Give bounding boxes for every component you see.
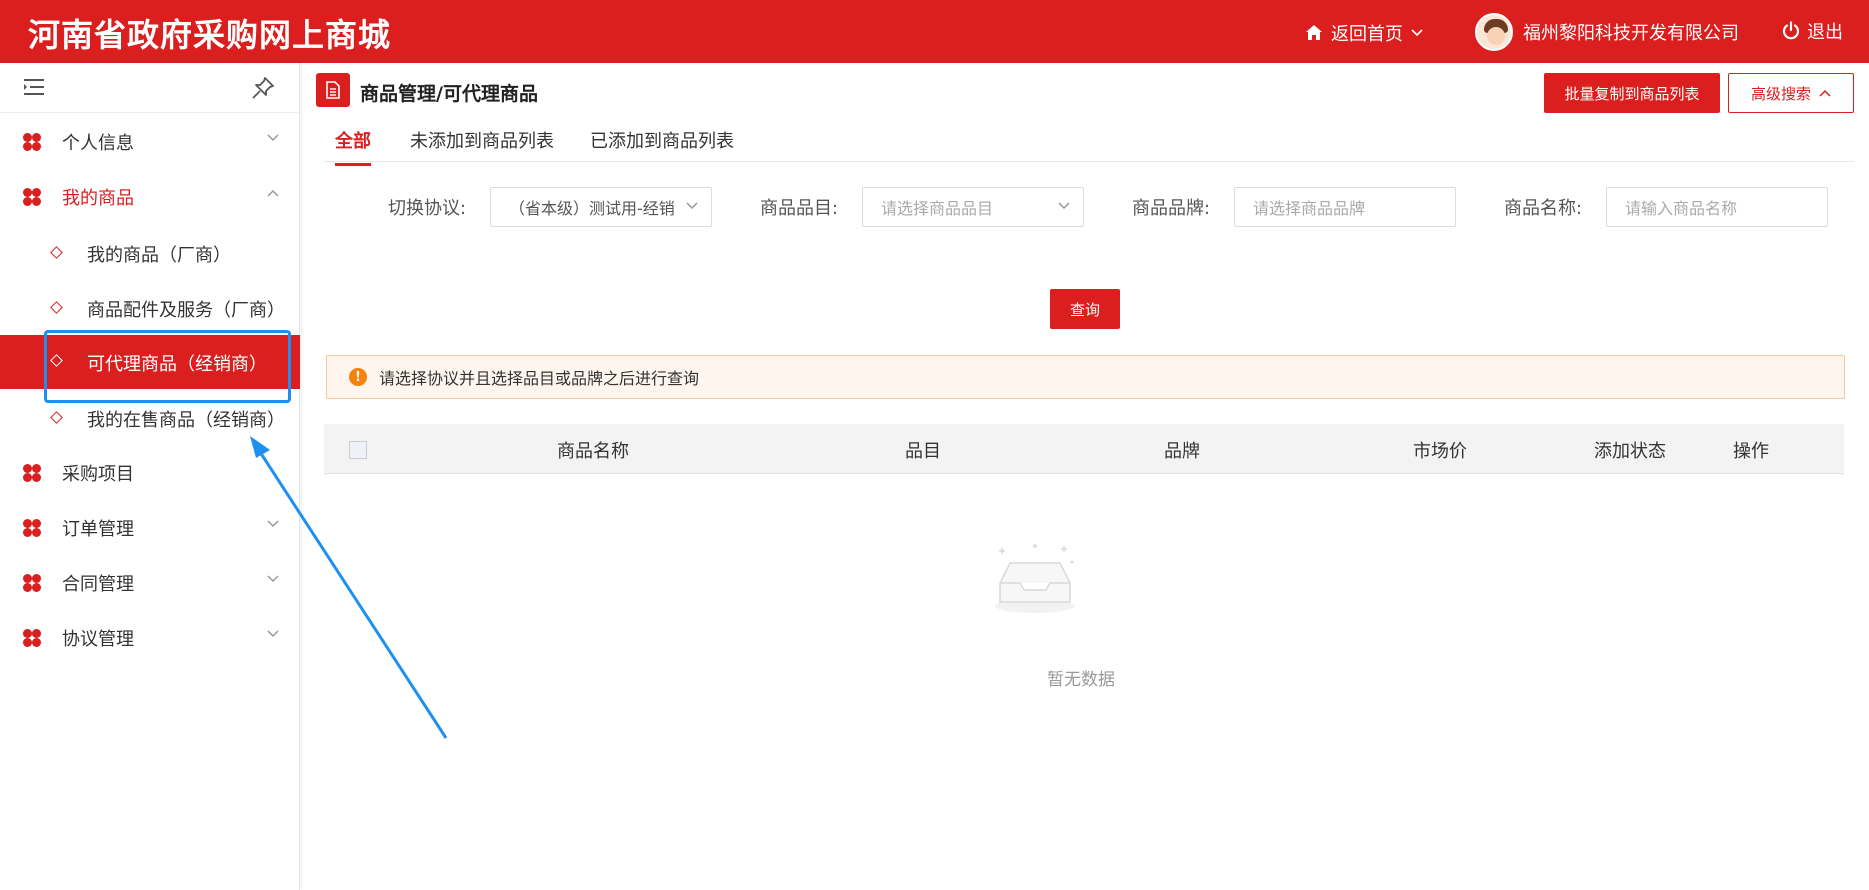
clover-icon (23, 629, 41, 647)
sidebar-item-my-goods[interactable]: 我的商品 (0, 174, 300, 220)
alert-text: 请选择协议并且选择品目或品牌之后进行查询 (379, 369, 700, 388)
query-button[interactable]: 查询 (1050, 289, 1120, 329)
tab-added[interactable]: 已添加到商品列表 (590, 127, 734, 163)
diamond-icon (50, 411, 63, 424)
brand-select[interactable]: 请选择商品品牌 (1234, 187, 1456, 227)
home-label: 返回首页 (1331, 24, 1403, 45)
category-placeholder: 请选择商品品目 (881, 199, 994, 218)
protocol-label: 切换协议: (388, 198, 467, 219)
sidebar-item-label: 协议管理 (62, 629, 134, 650)
sidebar-item-agreements[interactable]: 协议管理 (0, 615, 300, 661)
empty-text: 暂无数据 (1047, 670, 1115, 690)
category-select[interactable]: 请选择商品品目 (862, 187, 1084, 227)
tab-all[interactable]: 全部 (335, 127, 371, 166)
chevron-down-icon (267, 575, 279, 583)
site-brand: 河南省政府采购网上商城 (28, 16, 392, 54)
sidebar-item-procurement[interactable]: 采购项目 (0, 450, 300, 496)
select-all-checkbox[interactable] (349, 441, 367, 459)
main-content: 商品管理/可代理商品 批量复制到商品列表 高级搜索 全部 未添加到商品列表 已添… (300, 63, 1869, 890)
column-header: 品目 (905, 441, 941, 462)
chevron-down-icon (267, 134, 279, 142)
chevron-down-icon (1411, 29, 1423, 37)
sidebar: 个人信息 我的商品 我的商品（厂商） 商品配件及服务（厂商） 可代理商品（经销商… (0, 63, 300, 890)
brand-label: 商品品牌: (1132, 198, 1211, 219)
sidebar-item-label: 采购项目 (62, 464, 134, 485)
sidebar-subitem-label: 商品配件及服务（厂商） (87, 300, 285, 321)
clover-icon (23, 574, 41, 592)
top-bar: 河南省政府采购网上商城 返回首页 福州黎阳科技开发有限公司 退出 (0, 0, 1869, 63)
name-label: 商品名称: (1504, 198, 1583, 219)
protocol-value: （省本级）测试用-经销 (509, 199, 675, 218)
power-icon (1782, 21, 1800, 40)
column-header: 商品名称 (557, 441, 629, 462)
page-title: 商品管理/可代理商品 (360, 83, 538, 105)
clover-icon (23, 519, 41, 537)
clover-icon (23, 133, 41, 151)
sidebar-subitem-label: 可代理商品（经销商） (87, 354, 267, 375)
logout-label: 退出 (1807, 22, 1843, 43)
clover-icon (23, 464, 41, 482)
menu-fold-icon[interactable] (22, 77, 46, 97)
sidebar-item-label: 订单管理 (62, 519, 134, 540)
clover-icon (23, 188, 41, 206)
brand-placeholder: 请选择商品品牌 (1253, 199, 1366, 218)
tab-not-added[interactable]: 未添加到商品列表 (410, 127, 554, 163)
sidebar-item-label: 个人信息 (62, 133, 134, 154)
sidebar-item-orders[interactable]: 订单管理 (0, 505, 300, 551)
home-link[interactable]: 返回首页 (1305, 20, 1423, 46)
advanced-search-button[interactable]: 高级搜索 (1728, 73, 1854, 113)
chevron-up-icon (1819, 89, 1831, 97)
document-icon (316, 73, 350, 107)
empty-inbox-icon (995, 544, 1075, 613)
sidebar-item-personal-info[interactable]: 个人信息 (0, 119, 300, 165)
sidebar-subitem-agent-goods[interactable]: 可代理商品（经销商） (0, 335, 300, 389)
avatar (1475, 13, 1513, 51)
warning-icon: ! (349, 368, 367, 386)
sidebar-subitem-on-sale-goods[interactable]: 我的在售商品（经销商） (0, 395, 300, 441)
sidebar-toolbar (0, 63, 299, 113)
name-placeholder: 请输入商品名称 (1625, 199, 1738, 218)
user-name: 福州黎阳科技开发有限公司 (1523, 23, 1739, 44)
category-label: 商品品目: (760, 198, 839, 219)
diamond-icon (50, 301, 63, 314)
sidebar-item-label: 我的商品 (62, 188, 134, 209)
column-header: 品牌 (1164, 441, 1200, 462)
sidebar-subitem-accessories-services[interactable]: 商品配件及服务（厂商） (0, 285, 300, 331)
sidebar-subitem-my-goods-manufacturer[interactable]: 我的商品（厂商） (0, 230, 300, 276)
batch-copy-button[interactable]: 批量复制到商品列表 (1544, 73, 1720, 113)
sidebar-item-contracts[interactable]: 合同管理 (0, 560, 300, 606)
user-menu[interactable]: 福州黎阳科技开发有限公司 (1475, 13, 1739, 51)
table-header: 商品名称 品目 品牌 市场价 添加状态 操作 (324, 424, 1844, 474)
column-header: 添加状态 (1594, 441, 1666, 462)
chevron-up-icon (267, 189, 279, 197)
protocol-select[interactable]: （省本级）测试用-经销 (490, 187, 712, 227)
info-alert: ! 请选择协议并且选择品目或品牌之后进行查询 (326, 355, 1845, 399)
sidebar-subitem-label: 我的商品（厂商） (87, 245, 231, 266)
name-input[interactable]: 请输入商品名称 (1606, 187, 1828, 227)
sidebar-subitem-label: 我的在售商品（经销商） (87, 410, 285, 431)
column-header: 操作 (1733, 441, 1769, 462)
diamond-icon (50, 246, 63, 259)
tab-bar: 全部 未添加到商品列表 已添加到商品列表 (324, 117, 1854, 166)
pin-icon[interactable] (250, 75, 276, 101)
chevron-down-icon (686, 202, 698, 210)
logout-button[interactable]: 退出 (1781, 18, 1843, 44)
sidebar-item-label: 合同管理 (62, 574, 134, 595)
advanced-search-label: 高级搜索 (1750, 84, 1811, 103)
home-icon (1306, 25, 1322, 40)
chevron-down-icon (267, 630, 279, 638)
chevron-down-icon (1058, 202, 1070, 210)
column-header: 市场价 (1413, 441, 1467, 462)
chevron-down-icon (267, 520, 279, 528)
diamond-icon (50, 354, 63, 367)
